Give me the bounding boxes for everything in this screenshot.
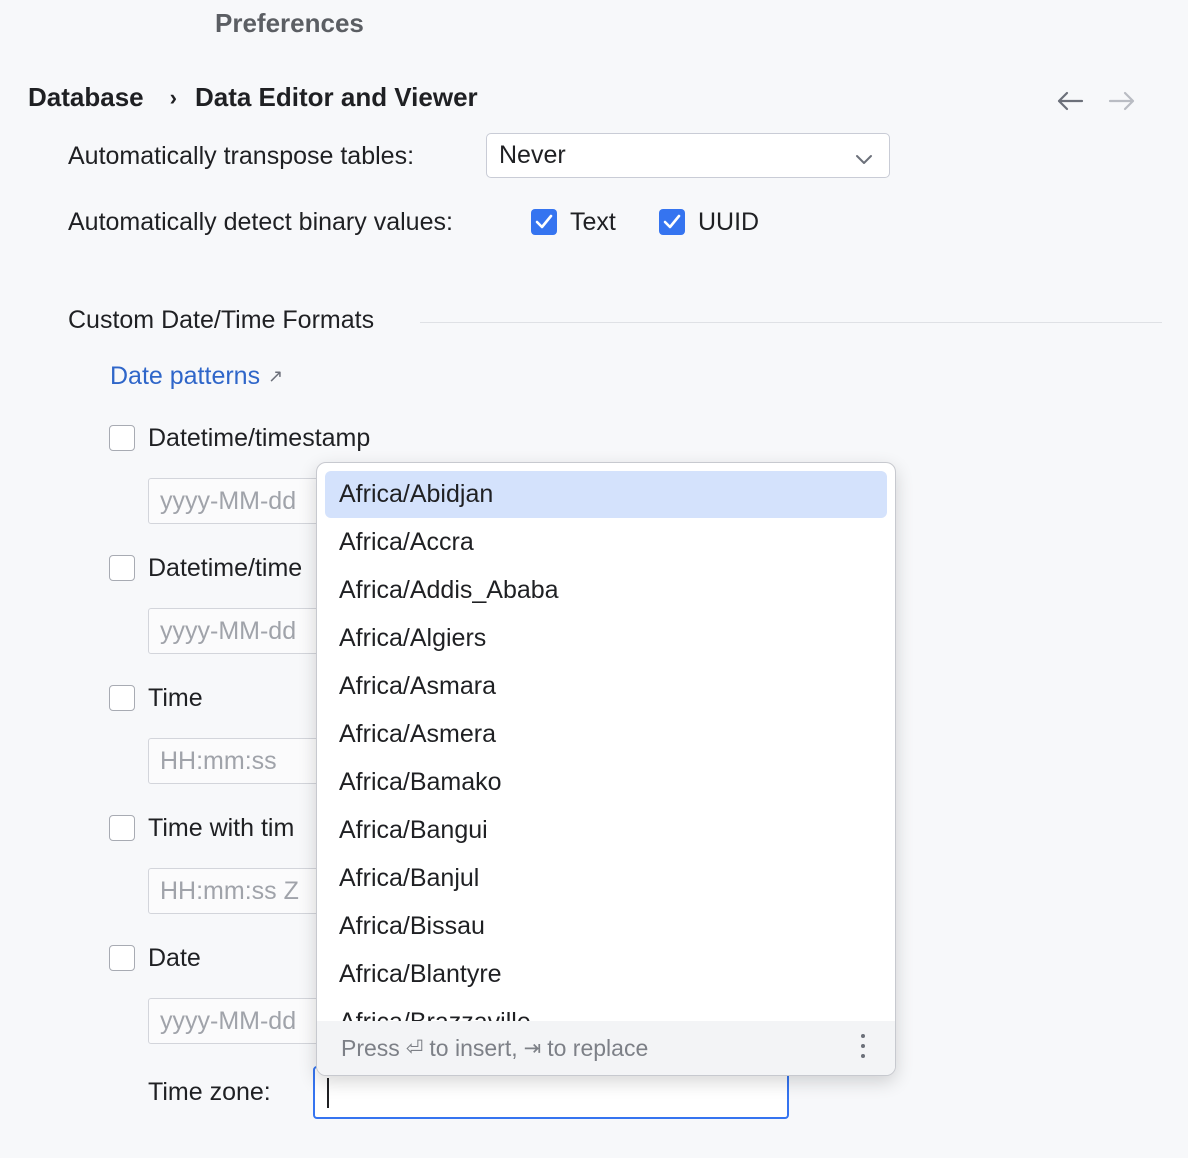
external-link-icon: ↗	[268, 366, 284, 386]
transpose-select[interactable]: Never	[486, 133, 890, 178]
back-arrow-icon[interactable]	[1055, 86, 1085, 116]
datetime-timestamp-label[interactable]: Datetime/timestamp	[148, 424, 370, 453]
breadcrumb-separator: ›	[169, 84, 177, 110]
section-title: Custom Date/Time Formats	[68, 306, 375, 334]
enter-key-icon: ⏎	[405, 1036, 424, 1060]
tab-key-icon: ⇥	[523, 1036, 542, 1060]
transpose-value: Never	[499, 141, 566, 169]
check-icon	[663, 214, 681, 229]
completion-item[interactable]: Africa/Bamako	[325, 759, 887, 806]
completion-item[interactable]: Africa/Addis_Ababa	[325, 567, 887, 614]
date-label[interactable]: Date	[148, 944, 201, 973]
completion-item[interactable]: Africa/Asmara	[325, 663, 887, 710]
breadcrumb: Database › Data Editor and Viewer	[28, 82, 478, 113]
time-zone-label: Time zone:	[148, 1078, 271, 1106]
date-patterns-link[interactable]: Date patterns ↗	[110, 362, 283, 391]
breadcrumb-parent[interactable]: Database	[28, 82, 144, 113]
text-checkbox-label[interactable]: Text	[570, 208, 616, 237]
window-title: Preferences	[215, 8, 364, 38]
uuid-checkbox[interactable]	[659, 209, 685, 235]
completion-item[interactable]: Africa/Asmera	[325, 711, 887, 758]
binary-label: Automatically detect binary values:	[68, 208, 453, 236]
completion-item[interactable]: Africa/Banjul	[325, 855, 887, 902]
uuid-checkbox-label[interactable]: UUID	[698, 208, 759, 237]
time-zone-completion-popup: Africa/Abidjan Africa/Accra Africa/Addis…	[316, 462, 896, 1076]
completion-item[interactable]: Africa/Accra	[325, 519, 887, 566]
section-divider	[420, 322, 1162, 323]
footer-insert: to insert,	[429, 1034, 518, 1061]
text-checkbox[interactable]	[531, 209, 557, 235]
completion-item[interactable]: Africa/Bissau	[325, 903, 887, 950]
breadcrumb-current: Data Editor and Viewer	[194, 82, 478, 112]
datetime-time-label[interactable]: Datetime/time	[148, 554, 302, 583]
time-with-timezone-label[interactable]: Time with tim	[148, 814, 294, 843]
completion-list: Africa/Abidjan Africa/Accra Africa/Addis…	[317, 463, 895, 1023]
footer-press: Press	[341, 1034, 400, 1061]
check-icon	[535, 214, 553, 229]
forward-arrow-icon[interactable]	[1107, 86, 1137, 116]
completion-footer: Press ⏎ to insert, ⇥ to replace	[317, 1021, 895, 1075]
completion-item[interactable]: Africa/Brazzaville	[325, 999, 887, 1023]
chevron-down-icon	[855, 146, 873, 175]
completion-item[interactable]: Africa/Blantyre	[325, 951, 887, 998]
time-label[interactable]: Time	[148, 684, 203, 713]
more-options-icon[interactable]	[861, 1034, 865, 1058]
completion-item[interactable]: Africa/Algiers	[325, 615, 887, 662]
text-caret	[327, 1078, 329, 1108]
completion-item[interactable]: Africa/Bangui	[325, 807, 887, 854]
time-checkbox[interactable]	[109, 685, 135, 711]
date-patterns-label[interactable]: Date patterns	[110, 362, 260, 391]
date-checkbox[interactable]	[109, 945, 135, 971]
datetime-time-checkbox[interactable]	[109, 555, 135, 581]
transpose-label: Automatically transpose tables:	[68, 142, 415, 170]
datetime-timestamp-checkbox[interactable]	[109, 425, 135, 451]
time-with-timezone-checkbox[interactable]	[109, 815, 135, 841]
completion-item-selected[interactable]: Africa/Abidjan	[325, 471, 887, 518]
footer-replace: to replace	[547, 1034, 649, 1061]
